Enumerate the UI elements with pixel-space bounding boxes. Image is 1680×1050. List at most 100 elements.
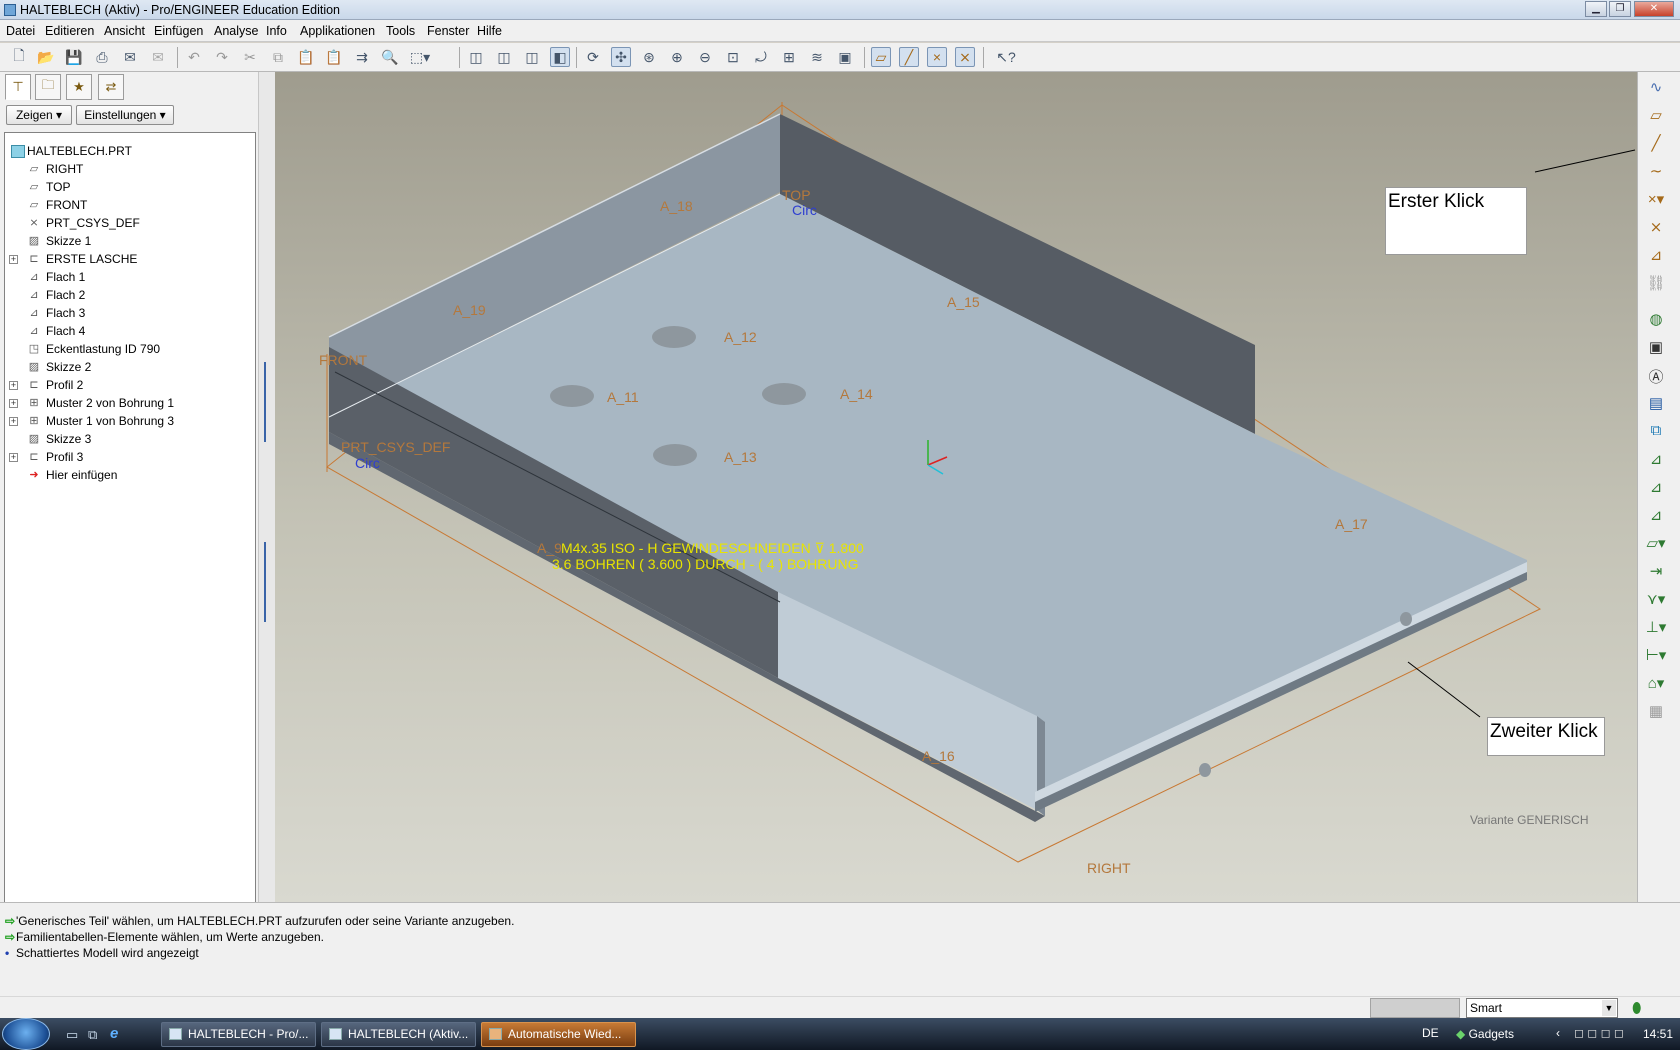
tree-item[interactable]: + ⊏ Profil 3 [5, 449, 255, 467]
menu-info[interactable]: Info [266, 24, 287, 38]
rip-icon[interactable]: ⇥ [1644, 562, 1668, 584]
graphics-window[interactable]: A_18 A_19 A_15 A_12 A_11 A_14 A_13 A_17 … [275, 72, 1637, 902]
flat-wall-icon[interactable]: ⊿ [1644, 450, 1668, 472]
redo-icon[interactable]: ↷ [212, 47, 232, 67]
paste-icon[interactable]: 📋 [296, 47, 316, 67]
context-help-icon[interactable]: ↖? [996, 47, 1016, 67]
reorient-icon[interactable]: ⤾ [751, 47, 771, 67]
wireframe-icon[interactable]: ◫ [466, 47, 486, 67]
spin-center-icon[interactable]: ✣ [611, 47, 631, 67]
tree-item[interactable]: ◳ Eckentlastung ID 790 [5, 341, 255, 359]
taskbar-item-autosave[interactable]: Automatische Wied... [481, 1022, 636, 1047]
camera-icon[interactable]: ▣ [1644, 338, 1668, 360]
globe-icon[interactable]: ◍ [1644, 310, 1668, 332]
datum-axis-icon[interactable]: ╱ [1644, 134, 1668, 156]
tree-item[interactable]: ▱ RIGHT [5, 161, 255, 179]
datum-points-toggle-icon[interactable]: × [927, 47, 947, 67]
tray-arrow-icon[interactable]: ‹ [1556, 1026, 1560, 1040]
connections-tab-icon[interactable]: ⇄ [98, 74, 124, 100]
family-table-icon[interactable]: ▤ [1644, 394, 1668, 416]
tree-item[interactable]: ▨ Skizze 3 [5, 431, 255, 449]
zoom-in-icon[interactable]: ⊕ [667, 47, 687, 67]
menu-ansicht[interactable]: Ansicht [104, 24, 145, 38]
model-tree-tab-icon[interactable]: ⊤ [5, 74, 31, 100]
tree-item[interactable]: ▨ Skizze 1 [5, 233, 255, 251]
paste-special-icon[interactable]: 📋 [324, 47, 344, 67]
save-icon[interactable]: 💾 [64, 47, 84, 67]
maximize-button[interactable]: ❐ [1609, 1, 1631, 17]
form-icon[interactable]: ⌂▾ [1644, 674, 1668, 696]
tree-item[interactable]: ➜ Hier einfügen [5, 467, 255, 485]
tree-item-root[interactable]: HALTEBLECH.PRT [5, 143, 255, 161]
menu-analyse[interactable]: Analyse [214, 24, 258, 38]
panel-splitter[interactable] [258, 72, 276, 902]
annotation-icon[interactable]: Ⓐ [1644, 366, 1668, 388]
extrude-wall-icon[interactable]: ▱▾ [1644, 534, 1668, 556]
splitter-grip[interactable] [264, 542, 269, 622]
regenerate-icon[interactable]: ⇉ [352, 47, 372, 67]
unattached-wall-icon[interactable]: ⊿ [1644, 506, 1668, 528]
show-desktop-icon[interactable]: ▭ [66, 1027, 78, 1043]
menu-einfuegen[interactable]: Einfügen [154, 24, 203, 38]
send-link-icon[interactable]: ✉ [148, 47, 168, 67]
tree-item[interactable]: ⊿ Flach 3 [5, 305, 255, 323]
zoom-out-icon[interactable]: ⊖ [695, 47, 715, 67]
undo-icon[interactable]: ↶ [184, 47, 204, 67]
expand-icon[interactable]: + [9, 399, 18, 408]
print-icon[interactable]: ⎙ [92, 47, 112, 67]
cut-icon[interactable]: ✂ [240, 47, 260, 67]
folder-browser-tab-icon[interactable]: 🗀 [35, 74, 61, 100]
tree-item[interactable]: + ⊞ Muster 2 von Bohrung 1 [5, 395, 255, 413]
redraw-icon[interactable]: ⟳ [583, 47, 603, 67]
menu-tools[interactable]: Tools [386, 24, 415, 38]
expand-icon[interactable]: + [9, 417, 18, 426]
tree-item[interactable]: + ⊏ Profil 2 [5, 377, 255, 395]
view-manager-icon[interactable]: ▣ [835, 47, 855, 67]
splitter-grip[interactable] [264, 362, 269, 442]
datum-axes-toggle-icon[interactable]: ╱ [899, 47, 919, 67]
new-file-icon[interactable]: 🗋 [9, 47, 29, 67]
show-dropdown[interactable]: Zeigen ▾ [6, 105, 72, 125]
csys-icon[interactable]: ⨯ [1644, 218, 1668, 240]
tree-item[interactable]: ⊿ Flach 1 [5, 269, 255, 287]
start-button[interactable] [2, 1018, 50, 1050]
language-indicator[interactable]: DE [1422, 1026, 1439, 1040]
menu-applikationen[interactable]: Applikationen [300, 24, 375, 38]
expand-icon[interactable]: + [9, 381, 18, 390]
clock[interactable]: 14:51 [1643, 1027, 1673, 1041]
orient-mode-icon[interactable]: ⊛ [639, 47, 659, 67]
unbend-icon[interactable]: ⊥▾ [1644, 618, 1668, 640]
close-button[interactable]: ✕ [1634, 1, 1674, 17]
shaded-icon[interactable]: ◧ [550, 47, 570, 67]
settings-dropdown[interactable]: Einstellungen ▾ [76, 105, 174, 125]
tree-item[interactable]: ▱ TOP [5, 179, 255, 197]
gadgets-button[interactable]: ◆ Gadgets [1456, 1027, 1514, 1041]
convert-icon[interactable]: ⧉ [1644, 422, 1668, 444]
datum-point-icon[interactable]: ×▾ [1644, 190, 1668, 212]
expand-icon[interactable]: + [9, 453, 18, 462]
datum-plane-icon[interactable]: ▱ [1644, 106, 1668, 128]
menu-datei[interactable]: Datei [6, 24, 35, 38]
favorites-tab-icon[interactable]: ★ [66, 74, 92, 100]
minimize-button[interactable]: ▁ [1585, 1, 1607, 17]
bend-back-icon[interactable]: ⊢▾ [1644, 646, 1668, 668]
bend-icon[interactable]: ⋎▾ [1644, 590, 1668, 612]
tree-item[interactable]: ⨯ PRT_CSYS_DEF [5, 215, 255, 233]
expand-icon[interactable]: + [9, 255, 18, 264]
tree-item[interactable]: ⊿ Flach 2 [5, 287, 255, 305]
find-icon[interactable]: 🔍 [380, 47, 400, 67]
tree-item[interactable]: ▱ FRONT [5, 197, 255, 215]
sketched-curve-icon[interactable]: ∼ [1644, 162, 1668, 184]
selection-box-icon[interactable]: ⬚▾ [410, 47, 430, 67]
tree-item[interactable]: ⊿ Flach 4 [5, 323, 255, 341]
send-mail-icon[interactable]: ✉ [120, 47, 140, 67]
tree-item[interactable]: ▨ Skizze 2 [5, 359, 255, 377]
hidden-line-icon[interactable]: ◫ [494, 47, 514, 67]
taskbar-item-proe-1[interactable]: HALTEBLECH - Pro/... [161, 1022, 316, 1047]
taskbar-item-proe-2[interactable]: HALTEBLECH (Aktiv... [321, 1022, 476, 1047]
datum-planes-toggle-icon[interactable]: ▱ [871, 47, 891, 67]
tray-icons[interactable]: ◻ ◻ ◻ ◻ [1574, 1026, 1624, 1040]
saved-views-icon[interactable]: ⊞ [779, 47, 799, 67]
switch-windows-icon[interactable]: ⧉ [88, 1027, 97, 1043]
no-hidden-icon[interactable]: ◫ [522, 47, 542, 67]
